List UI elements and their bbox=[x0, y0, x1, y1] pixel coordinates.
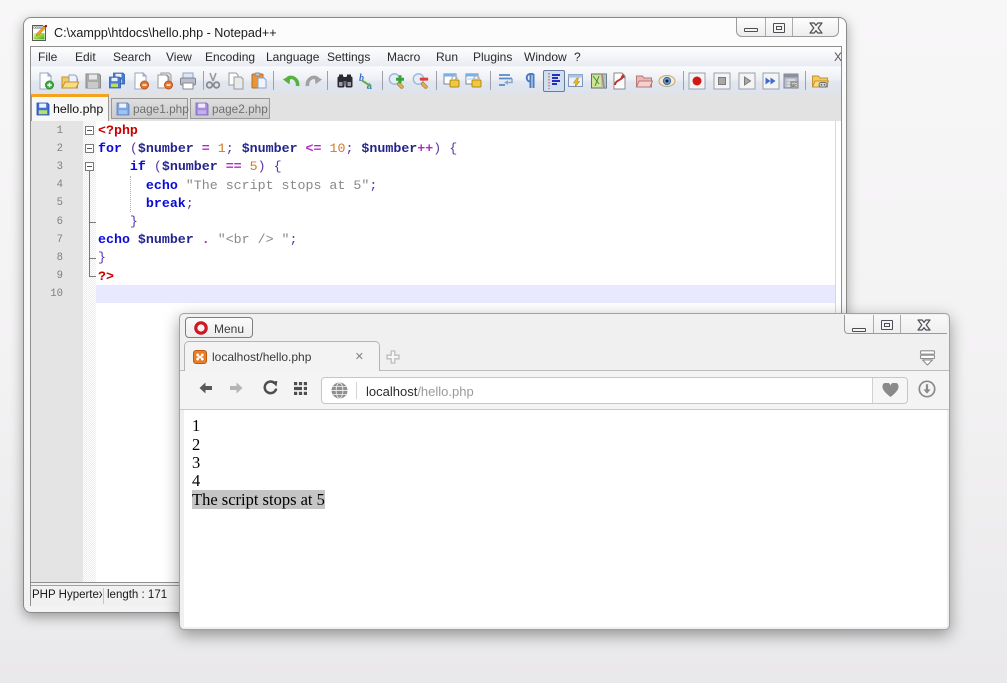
svg-text:uc: uc bbox=[792, 83, 798, 89]
